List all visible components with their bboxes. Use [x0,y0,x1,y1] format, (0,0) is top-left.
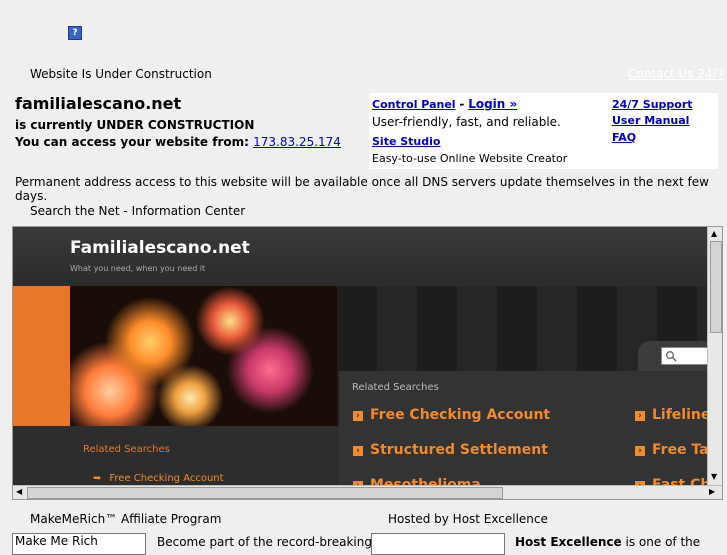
arrow-bullet-icon: ➥ [93,473,102,484]
left-related-header: Related Searches [83,444,170,455]
under-construction-label: Website Is Under Construction [30,67,212,81]
orange-strip [13,286,70,426]
related-item[interactable]: ›Fast Ch [635,477,707,485]
related-item[interactable]: ›Free Tax [635,442,707,458]
frame-viewport: Familialescano.net What you need, when y… [13,227,707,485]
related-item[interactable]: ›Mesothelioma [353,477,481,485]
make-me-rich-banner[interactable]: Make Me Rich [12,533,146,555]
frame-header: Familialescano.net What you need, when y… [13,227,707,285]
vertical-scroll-thumb[interactable] [710,241,722,333]
arrow-bullet-icon: › [635,411,645,421]
status-line: is currently UNDER CONSTRUCTION [15,118,255,132]
frame-search-input[interactable] [661,347,707,365]
arrow-bullet-icon: › [635,446,645,456]
horizontal-scroll-thumb[interactable] [27,487,503,499]
panel-tagline-2: Easy-to-use Online Website Creator [372,152,568,165]
arrow-bullet-icon: › [353,411,363,421]
frame-site-title[interactable]: Familialescano.net [70,238,250,258]
host-text-rest: is one of the [621,535,701,549]
affiliate-title: MakeMeRich™ Affiliate Program [30,512,222,526]
left-related-item[interactable]: ➥ Free Checking Account [93,473,224,484]
bokeh-photo [70,286,337,426]
host-text: Host Excellence is one of the [515,535,700,549]
scroll-right-icon[interactable]: ▶ [709,487,715,496]
scroll-down-icon[interactable]: ▼ [711,472,717,481]
host-title: Hosted by Host Excellence [388,512,548,526]
panel-dash: - [459,97,465,111]
left-related-panel: Related Searches ➥ Free Checking Account [13,426,339,485]
contact-link[interactable]: Contact Us 24/7 [628,67,724,81]
related-item[interactable]: › Lifeline [635,407,707,423]
arrow-bullet-icon: › [353,446,363,456]
ip-link[interactable]: 173.83.25.174 [253,135,341,149]
help-icon: ? [68,26,82,40]
scroll-up-icon[interactable]: ▲ [711,229,717,238]
affiliate-text: Become part of the record-breaking [157,535,372,549]
hosting-panel: Control Panel - Login » User-friendly, f… [369,93,718,169]
permanent-note: Permanent address access to this website… [15,175,709,203]
scroll-left-icon[interactable]: ◀ [16,487,22,496]
host-banner[interactable] [371,533,505,555]
frame-tagline: What you need, when you need it [70,264,206,273]
control-panel-link[interactable]: Control Panel [372,98,456,111]
access-line: You can access your website from: 173.83… [15,135,341,149]
related-searches-panel: Related Searches › Free Checking Account … [339,371,707,485]
site-studio-link[interactable]: Site Studio [372,135,440,148]
horizontal-scrollbar[interactable]: ◀ ▶ [13,485,722,499]
panel-tagline-1: User-friendly, fast, and reliable. [372,115,561,129]
faq-link[interactable]: FAQ [612,131,636,144]
user-manual-link[interactable]: User Manual [612,114,689,127]
related-searches-header: Related Searches [352,382,439,393]
login-link[interactable]: Login » [468,97,517,111]
domain-title: familialescano.net [15,94,182,113]
vertical-scrollbar[interactable]: ▲ ▼ [707,227,722,485]
related-item[interactable]: › Free Checking Account [353,407,550,423]
support-link[interactable]: 24/7 Support [612,98,693,111]
host-name: Host Excellence [515,535,622,549]
search-frame: Familialescano.net What you need, when y… [12,226,723,500]
related-item[interactable]: › Structured Settlement [353,442,548,458]
search-section-label: Search the Net - Information Center [30,204,246,218]
search-icon [666,351,677,362]
access-line-prefix: You can access your website from: [15,135,249,149]
